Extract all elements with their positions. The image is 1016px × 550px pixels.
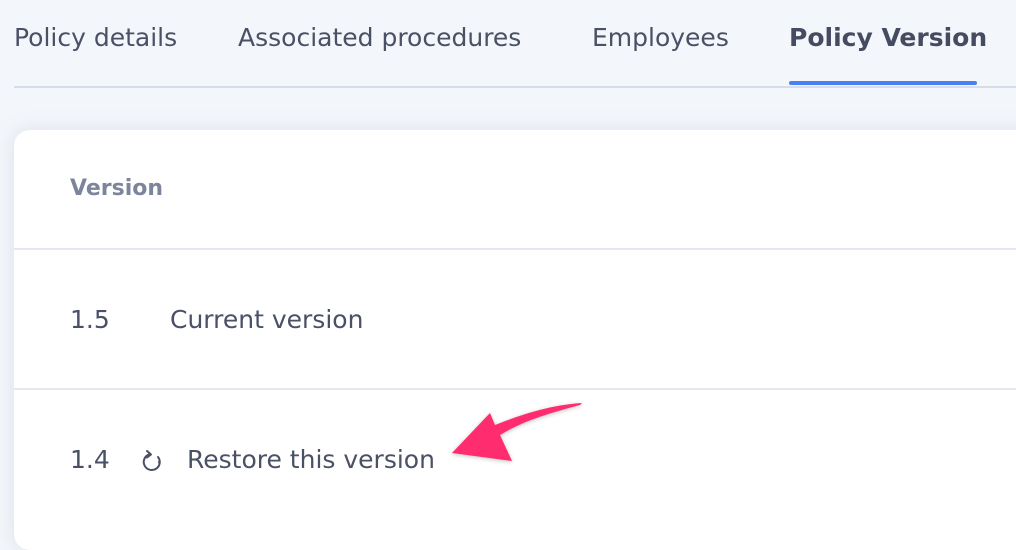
header-divider: [14, 248, 1016, 250]
tab-policy-details[interactable]: Policy details: [14, 22, 177, 54]
current-version-label: Current version: [170, 305, 364, 334]
column-header-version: Version: [70, 176, 164, 201]
restore-version-link[interactable]: Restore this version: [187, 445, 435, 474]
version-number: 1.5: [70, 305, 110, 334]
active-tab-indicator: [789, 81, 977, 85]
versions-card: Version: [14, 130, 1016, 550]
tabs-divider: [14, 86, 1016, 88]
tab-associated-procedures[interactable]: Associated procedures: [238, 22, 521, 54]
version-number: 1.4: [70, 445, 110, 474]
row-divider: [14, 388, 1016, 390]
tab-policy-version[interactable]: Policy Version: [789, 22, 987, 54]
tab-employees[interactable]: Employees: [592, 22, 729, 54]
restore-icon[interactable]: [138, 448, 166, 476]
annotation-arrow-icon: [452, 403, 582, 461]
